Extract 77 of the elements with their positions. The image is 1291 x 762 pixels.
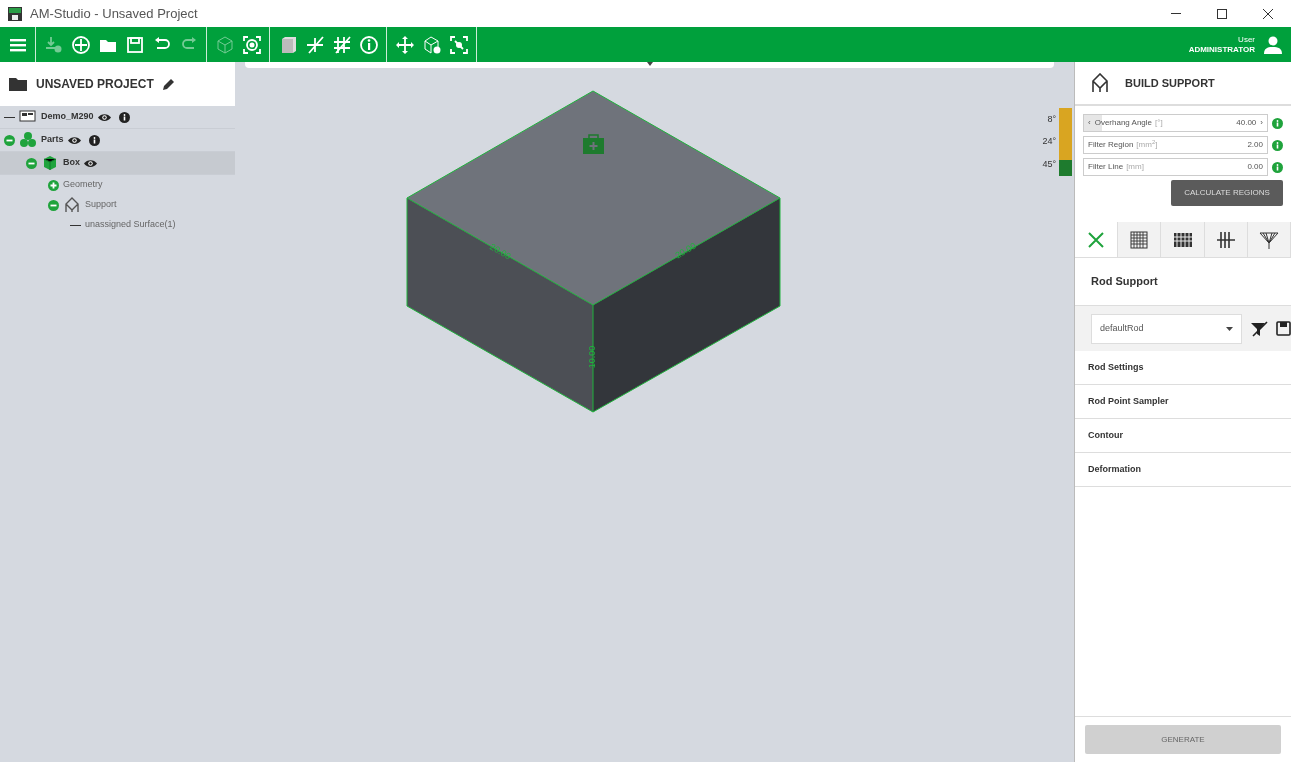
info-icon bbox=[357, 33, 380, 56]
tree-row[interactable]: Demo_M290 bbox=[0, 106, 235, 129]
info-icon[interactable] bbox=[118, 111, 130, 123]
plus-circle-icon bbox=[69, 33, 92, 56]
target-icon bbox=[240, 33, 263, 56]
parameter-label: Filter Line bbox=[1088, 161, 1124, 173]
parameter-value: 0.00 bbox=[1247, 161, 1263, 173]
parameter-value: 2.00 bbox=[1247, 139, 1263, 151]
support-type-tab[interactable] bbox=[1247, 222, 1291, 257]
cube-icon bbox=[41, 154, 59, 172]
panel-title: BUILD SUPPORT bbox=[1125, 75, 1215, 91]
first-aid-kit-icon bbox=[583, 134, 604, 154]
tree-label: Geometry bbox=[63, 178, 103, 192]
parameter-value: 40.00 bbox=[1236, 117, 1257, 129]
unit-label: [mm] bbox=[1126, 161, 1144, 173]
unit-label: [°] bbox=[1155, 117, 1163, 129]
caret-icon bbox=[1226, 326, 1233, 331]
app-logo-icon bbox=[8, 6, 22, 21]
expand-icon[interactable] bbox=[48, 179, 59, 191]
parameter-label: Overhang Angle bbox=[1094, 117, 1153, 129]
save-icon[interactable] bbox=[1276, 321, 1291, 336]
tree-label: unassigned Surface(1) bbox=[85, 218, 176, 232]
parameter-field[interactable]: ‹ Overhang Angle [°] 40.00 › bbox=[1083, 114, 1268, 132]
fit-view-icon bbox=[447, 33, 470, 56]
tree-row[interactable]: Geometry bbox=[0, 175, 235, 195]
eye-icon[interactable] bbox=[67, 135, 81, 145]
profile-dropdown[interactable]: defaultRod bbox=[1091, 313, 1242, 344]
angle-tick: 8° bbox=[1046, 112, 1056, 126]
tree-label: Box bbox=[63, 156, 80, 170]
tree-row[interactable]: unassigned Surface(1) bbox=[0, 215, 235, 235]
minimize-icon bbox=[1171, 13, 1181, 14]
accordion-header[interactable]: Deformation bbox=[1075, 453, 1291, 487]
support-type-tab[interactable] bbox=[1204, 222, 1248, 257]
calculate-regions-button[interactable]: CALCULATE REGIONS bbox=[1171, 180, 1283, 206]
parts-icon bbox=[19, 131, 37, 149]
grid-icon bbox=[1128, 228, 1151, 251]
accordion-header[interactable]: Rod Point Sampler bbox=[1075, 385, 1291, 419]
support-icon bbox=[1091, 73, 1109, 93]
tree-label: Demo_M290 bbox=[41, 110, 94, 124]
tree-row[interactable]: Box bbox=[0, 152, 235, 175]
info-button[interactable] bbox=[357, 33, 380, 56]
angle-tick: 24° bbox=[1042, 135, 1056, 149]
increment-arrow[interactable]: › bbox=[1260, 117, 1263, 129]
support-type-tab[interactable] bbox=[1161, 222, 1205, 257]
project-title: UNSAVED PROJECT bbox=[36, 76, 154, 93]
fit-view-button[interactable] bbox=[447, 33, 470, 56]
section-title: Rod Support bbox=[1091, 274, 1158, 290]
dimension-label: 10.00 bbox=[587, 345, 598, 369]
accordion-header[interactable]: Rod Settings bbox=[1075, 351, 1291, 385]
accordion-header[interactable]: Contour bbox=[1075, 419, 1291, 453]
collapse-icon[interactable] bbox=[48, 199, 59, 211]
pencil-icon[interactable] bbox=[161, 77, 175, 91]
parameter-field[interactable]: Filter Line [mm] 0.00 bbox=[1083, 158, 1268, 176]
support-icon bbox=[63, 196, 81, 214]
folder-icon bbox=[8, 76, 28, 92]
box-model-drawing[interactable] bbox=[406, 90, 781, 413]
user-caption: User bbox=[1237, 34, 1255, 45]
collapse-icon[interactable] bbox=[4, 134, 15, 146]
angle-tick: 45° bbox=[1042, 157, 1056, 171]
plus-circle-button[interactable] bbox=[69, 33, 92, 56]
decrement-arrow[interactable]: ‹ bbox=[1088, 117, 1091, 129]
dropdown-value: defaultRod bbox=[1100, 321, 1145, 335]
dimension-label: 20.00 bbox=[488, 241, 513, 262]
tree-label: Parts bbox=[41, 133, 64, 147]
info-icon[interactable] bbox=[88, 134, 100, 146]
collapse-icon[interactable] bbox=[26, 157, 37, 169]
tree-row[interactable]: Support bbox=[0, 195, 235, 215]
eye-icon[interactable] bbox=[97, 112, 111, 122]
support-type-tab[interactable] bbox=[1118, 222, 1162, 257]
eye-icon[interactable] bbox=[84, 158, 97, 168]
parameter-label: Filter Region bbox=[1088, 139, 1134, 151]
user-name: ADMINISTRATOR bbox=[1188, 44, 1255, 55]
filter-off-icon[interactable] bbox=[1250, 320, 1268, 337]
user-icon[interactable] bbox=[1263, 34, 1283, 55]
target-button[interactable] bbox=[240, 33, 263, 56]
window-title: AM-Studio - Unsaved Project bbox=[30, 4, 199, 23]
tree-label: Support bbox=[85, 198, 117, 212]
